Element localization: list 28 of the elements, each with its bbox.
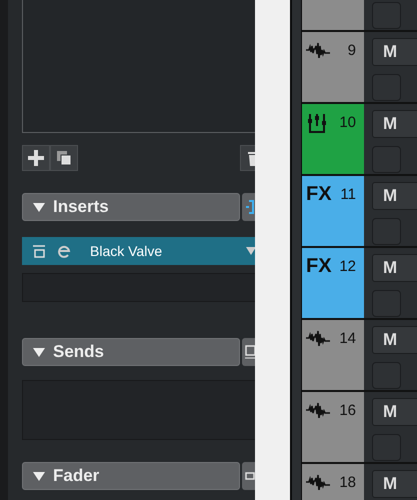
section-header[interactable]: Sends [22, 338, 240, 366]
track-header[interactable]: 9 [302, 32, 364, 102]
fx-label: FX [306, 184, 332, 204]
track-header[interactable]: 10 [302, 104, 364, 174]
track-number: 9 [348, 41, 356, 61]
track-number: 18 [339, 473, 356, 493]
track-header[interactable]: FX 12 [302, 248, 364, 318]
mute-button[interactable]: M [372, 398, 417, 426]
track-number: 16 [339, 401, 356, 421]
insert-slot[interactable]: Black Valve [22, 237, 255, 265]
track-header[interactable]: 14 [302, 320, 364, 390]
track-header[interactable]: FX 11 [302, 176, 364, 246]
mute-button[interactable]: M [372, 110, 417, 138]
track-number: 10 [339, 113, 356, 133]
track-number: 14 [339, 329, 356, 349]
section-header[interactable]: Inserts [22, 193, 240, 221]
mute-button[interactable]: M [372, 182, 417, 210]
mute-button[interactable]: M [372, 326, 417, 354]
fx-label: FX [306, 256, 332, 276]
mute-button[interactable]: M [372, 470, 417, 498]
track-header[interactable]: 16 [302, 392, 364, 462]
mute-button[interactable]: M [372, 254, 417, 282]
plugin-name: Black Valve [90, 242, 162, 260]
track-header[interactable]: 18 [302, 464, 364, 500]
section-header[interactable]: Fader [22, 462, 240, 490]
track-number: 11 [340, 185, 356, 205]
mute-button[interactable]: M [372, 38, 417, 66]
track-number: 12 [339, 257, 356, 277]
